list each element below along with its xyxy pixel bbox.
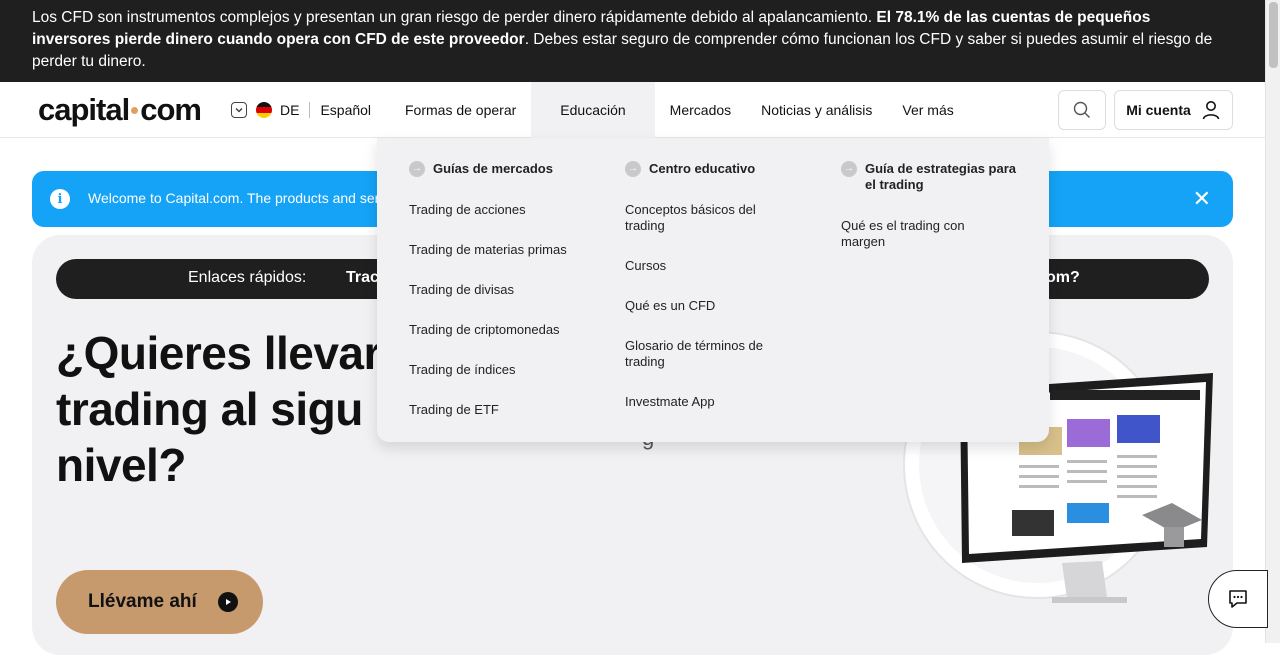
- dropdown-heading[interactable]: → Guías de mercados: [409, 161, 599, 177]
- search-button[interactable]: [1058, 90, 1106, 130]
- quick-links-label: Enlaces rápidos:: [188, 269, 307, 286]
- welcome-text: Welcome to Capital.com. The products and…: [88, 190, 390, 206]
- dropdown-link[interactable]: Trading de ETF: [409, 402, 599, 418]
- chat-icon: [1229, 590, 1247, 608]
- hero-title-line: nivel?: [56, 439, 186, 491]
- dropdown-column: → Centro educativo Conceptos básicos del …: [625, 161, 785, 434]
- dropdown-link[interactable]: Glosario de términos de trading: [625, 338, 785, 370]
- dropdown-column: → Guía de estrategias para el trading Qué…: [841, 161, 1026, 274]
- arrow-right-icon: →: [409, 161, 425, 177]
- cta-label: Llévame ahí: [88, 591, 197, 612]
- dropdown-heading[interactable]: → Centro educativo: [625, 161, 785, 177]
- quick-link[interactable]: om?: [1046, 269, 1080, 287]
- capital-logo[interactable]: capital com: [38, 92, 202, 128]
- nav-educacion[interactable]: Educación: [531, 82, 655, 138]
- logo-dot: [131, 107, 139, 114]
- dropdown-link[interactable]: Qué es un CFD: [625, 298, 785, 314]
- scrollbar-thumb[interactable]: [1269, 2, 1278, 68]
- chat-button[interactable]: [1208, 570, 1268, 628]
- language-label[interactable]: Español: [320, 102, 371, 118]
- heading-text: Centro educativo: [649, 161, 756, 176]
- page-scrollbar[interactable]: [1265, 0, 1280, 643]
- dropdown-heading[interactable]: → Guía de estrategias para el trading: [841, 161, 1026, 193]
- search-icon: [1073, 101, 1090, 118]
- arrow-right-icon: →: [841, 161, 857, 177]
- dropdown-link[interactable]: Qué es el trading con margen: [841, 218, 981, 250]
- logo-text-right: com: [140, 92, 202, 127]
- take-me-there-button[interactable]: Llévame ahí: [56, 570, 263, 634]
- dropdown-link[interactable]: Trading de índices: [409, 362, 599, 378]
- dropdown-link[interactable]: Trading de acciones: [409, 202, 599, 218]
- nav-formas-de-operar[interactable]: Formas de operar: [390, 82, 531, 138]
- nav-noticias-y-analisis[interactable]: Noticias y análisis: [746, 82, 887, 138]
- dropdown-link[interactable]: Trading de materias primas: [409, 242, 599, 258]
- dropdown-link[interactable]: Investmate App: [625, 394, 785, 410]
- account-label: Mi cuenta: [1126, 102, 1191, 118]
- dropdown-link[interactable]: Trading de criptomonedas: [409, 322, 599, 338]
- heading-text: Guía de estrategias para el trading: [865, 161, 1017, 192]
- dropdown-link[interactable]: Conceptos básicos del trading: [625, 202, 785, 234]
- logo-text-left: capital: [38, 92, 130, 127]
- info-icon: i: [50, 189, 70, 209]
- flag-de-icon: [256, 102, 272, 118]
- close-icon[interactable]: ✕: [1193, 186, 1211, 212]
- play-icon: [218, 592, 238, 612]
- region-code: DE: [280, 102, 300, 118]
- heading-text: Guías de mercados: [433, 161, 553, 176]
- main-navbar: capital com DE Español Formas de operar E…: [0, 82, 1265, 138]
- dropdown-column: → Guías de mercados Trading de acciones T…: [409, 161, 599, 442]
- nav-ver-mas[interactable]: Ver más: [887, 82, 968, 138]
- divider: [309, 102, 311, 118]
- quick-link[interactable]: Trac: [346, 269, 379, 287]
- main-nav: Formas de operar Educación Mercados Noti…: [390, 82, 969, 138]
- arrow-right-icon: →: [625, 161, 641, 177]
- dropdown-link[interactable]: Cursos: [625, 258, 785, 274]
- dropdown-link[interactable]: Trading de divisas: [409, 282, 599, 298]
- region-language-selector[interactable]: DE Español: [231, 101, 371, 119]
- education-dropdown-menu: → Guías de mercados Trading de acciones T…: [377, 138, 1049, 442]
- nav-mercados[interactable]: Mercados: [655, 82, 746, 138]
- risk-text: Los CFD son instrumentos complejos y pre…: [32, 9, 877, 26]
- user-icon: [1202, 101, 1220, 120]
- my-account-button[interactable]: Mi cuenta: [1114, 90, 1233, 130]
- chevron-down-icon[interactable]: [231, 102, 247, 118]
- risk-warning-banner: Los CFD son instrumentos complejos y pre…: [0, 0, 1265, 82]
